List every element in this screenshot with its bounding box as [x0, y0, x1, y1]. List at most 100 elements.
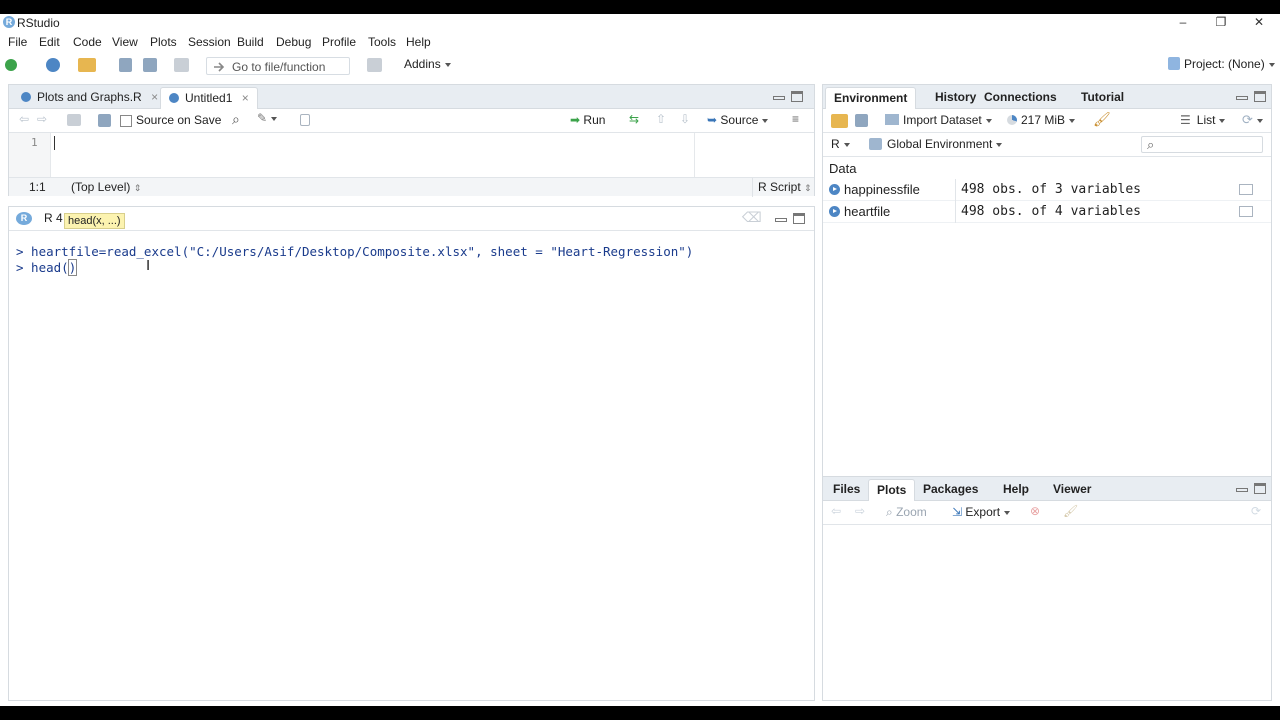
- project-menu[interactable]: Project: (None): [1168, 57, 1275, 71]
- menu-profile[interactable]: Profile: [322, 35, 356, 49]
- console-pane: R R 4 head(x, ...) ⌫ > heartfile=read_ex…: [8, 206, 815, 701]
- export-button[interactable]: ⇲ Export: [952, 505, 1011, 519]
- code-editor[interactable]: [51, 133, 695, 177]
- import-dataset-label: Import Dataset: [903, 113, 982, 127]
- title-bar: R RStudio – ❐ ✕: [0, 14, 1280, 32]
- env-row-heartfile[interactable]: heartfile 498 obs. of 4 variables: [823, 201, 1271, 223]
- clear-workspace-icon[interactable]: 🖌: [1093, 111, 1111, 128]
- expand-icon[interactable]: [829, 184, 840, 195]
- refresh-icon[interactable]: ⟳: [1251, 504, 1261, 518]
- chunk-down-icon[interactable]: ⇩: [680, 112, 690, 126]
- close-button[interactable]: ✕: [1240, 14, 1278, 32]
- restore-button[interactable]: ❐: [1202, 14, 1240, 32]
- source-on-save-checkbox[interactable]: [120, 115, 132, 127]
- new-file-icon[interactable]: [5, 59, 17, 71]
- clear-plots-icon[interactable]: 🖌: [1063, 504, 1078, 518]
- console-minmax[interactable]: [775, 213, 807, 225]
- menu-help[interactable]: Help: [406, 35, 431, 49]
- tab-plots-and-graphs[interactable]: Plots and Graphs.R ×: [13, 87, 166, 109]
- compile-report-icon[interactable]: [300, 114, 310, 126]
- export-label: Export: [965, 505, 1001, 519]
- ibeam-cursor-icon: I: [146, 257, 151, 274]
- tab-help[interactable]: Help: [995, 479, 1037, 501]
- env-minmax[interactable]: [1236, 91, 1268, 103]
- code-tools-icon[interactable]: ✎: [257, 111, 278, 125]
- forward-arrow-icon[interactable]: ⇨: [37, 112, 47, 126]
- menu-edit[interactable]: Edit: [39, 35, 60, 49]
- tab-connections[interactable]: Connections: [976, 87, 1065, 109]
- source-arrow-icon: ➥: [707, 113, 718, 127]
- remove-plot-icon[interactable]: ⊗: [1030, 504, 1040, 518]
- clear-console-icon[interactable]: ⌫: [742, 209, 762, 226]
- tab-untitled1[interactable]: Untitled1 ×: [160, 87, 258, 109]
- tab-tutorial[interactable]: Tutorial: [1073, 87, 1132, 109]
- view-mode-menu[interactable]: ☰ List: [1180, 113, 1226, 127]
- rerun-icon[interactable]: ⇆: [629, 112, 639, 126]
- menu-code[interactable]: Code: [73, 35, 102, 49]
- line-gutter: 1: [9, 133, 51, 177]
- menu-build[interactable]: Build: [237, 35, 264, 49]
- refresh-icon[interactable]: ⟳: [1242, 112, 1263, 128]
- close-tab-icon[interactable]: ×: [242, 91, 249, 105]
- export-icon: ⇲: [952, 505, 963, 519]
- expand-icon[interactable]: [829, 206, 840, 217]
- menu-session[interactable]: Session: [188, 35, 231, 49]
- env-search-input[interactable]: ⌕: [1141, 136, 1263, 153]
- scope-menu[interactable]: (Top Level) ⇕: [71, 180, 141, 194]
- addins-menu[interactable]: Addins: [404, 57, 451, 71]
- minimize-button[interactable]: –: [1164, 14, 1202, 32]
- close-tab-icon[interactable]: ×: [151, 90, 158, 104]
- global-env-menu[interactable]: Global Environment: [869, 137, 1003, 151]
- tab-packages[interactable]: Packages: [915, 479, 986, 501]
- load-workspace-icon[interactable]: [831, 114, 848, 128]
- source-label: Source: [720, 113, 759, 127]
- console-output[interactable]: > heartfile=read_excel("C:/Users/Asif/De…: [9, 231, 814, 700]
- console-input-line[interactable]: > head(): [16, 259, 78, 276]
- save-icon[interactable]: [119, 58, 132, 72]
- language-menu[interactable]: R: [831, 137, 850, 151]
- save-all-icon[interactable]: [143, 58, 157, 72]
- tab-environment[interactable]: Environment: [825, 87, 917, 109]
- tab-files[interactable]: Files: [825, 479, 868, 501]
- console-cursor-paren: ): [67, 259, 78, 276]
- view-table-icon[interactable]: [1239, 206, 1253, 217]
- go-to-file-input[interactable]: Go to file/function: [206, 57, 350, 75]
- open-file-icon[interactable]: [78, 58, 96, 72]
- menu-debug[interactable]: Debug: [276, 35, 311, 49]
- env-row-happinessfile[interactable]: happinessfile 498 obs. of 3 variables: [823, 179, 1271, 201]
- source-button[interactable]: ➥ Source: [707, 113, 769, 127]
- save-workspace-icon[interactable]: [855, 114, 868, 127]
- print-icon[interactable]: [174, 58, 189, 72]
- save-icon[interactable]: [98, 114, 111, 127]
- tab-plots[interactable]: Plots: [868, 479, 916, 501]
- addins-label: Addins: [404, 57, 441, 71]
- menu-file[interactable]: File: [8, 35, 27, 49]
- run-button[interactable]: ➡ Run: [570, 113, 605, 127]
- chunk-up-icon[interactable]: ⇧: [656, 112, 666, 126]
- table-icon: [885, 114, 899, 125]
- import-dataset-button[interactable]: Import Dataset: [885, 113, 992, 127]
- zoom-button[interactable]: ⌕ Zoom: [886, 505, 927, 520]
- forward-arrow-icon[interactable]: ⇨: [855, 504, 865, 518]
- files-minmax[interactable]: [1236, 483, 1268, 495]
- scope-label: (Top Level): [71, 180, 131, 194]
- source-minmax[interactable]: [773, 91, 805, 103]
- global-env-label: Global Environment: [887, 137, 993, 151]
- console-line: > heartfile=read_excel("C:/Users/Asif/De…: [16, 244, 694, 259]
- menu-view[interactable]: View: [112, 35, 138, 49]
- show-in-window-icon[interactable]: [67, 114, 81, 126]
- menu-plots[interactable]: Plots: [150, 35, 177, 49]
- tab-viewer[interactable]: Viewer: [1045, 479, 1099, 501]
- search-icon[interactable]: ⌕: [232, 111, 240, 128]
- file-type-menu[interactable]: R Script ⇕: [758, 180, 812, 194]
- list-icon: ☰: [1180, 113, 1191, 127]
- outline-icon[interactable]: ≡: [792, 112, 799, 126]
- menu-tools[interactable]: Tools: [368, 35, 396, 49]
- back-arrow-icon[interactable]: ⇦: [831, 504, 841, 518]
- memory-usage-menu[interactable]: 217 MiB: [1007, 113, 1076, 127]
- back-arrow-icon[interactable]: ⇦: [19, 112, 29, 126]
- view-table-icon[interactable]: [1239, 184, 1253, 195]
- new-project-icon[interactable]: [46, 58, 60, 72]
- project-label: Project: (None): [1184, 57, 1265, 71]
- grid-layout-icon[interactable]: [367, 58, 382, 72]
